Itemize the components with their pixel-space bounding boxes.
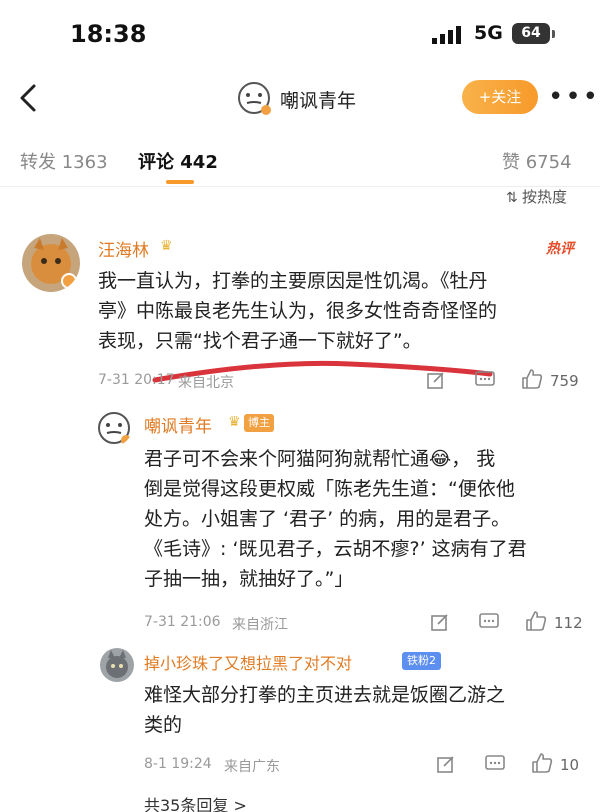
comment-line: 《毛诗》: ‘既见君子，云胡不瘳?’ 这病有了君 xyxy=(144,538,527,560)
comment-text: 我一直认为，打拳的主要原因是性饥渴。《牡丹 亭》中陈最良老先生认为，很多女性奇奇… xyxy=(98,266,578,356)
comment-icon[interactable] xyxy=(474,370,496,390)
commenter-name[interactable]: 汪海林 xyxy=(98,236,149,261)
tab-comment[interactable]: 评论 442 xyxy=(138,148,218,174)
comment-text: 君子可不会来个阿猫阿狗就帮忙通😂， 我 倒是觉得这段更权威「陈老先生道：“便依他… xyxy=(144,444,584,594)
avatar[interactable] xyxy=(96,410,132,446)
view-all-replies-link[interactable]: 共35条回复 > xyxy=(144,792,247,812)
comment-line: 我一直认为，打拳的主要原因是性饥渴。《牡丹 xyxy=(98,270,488,292)
comment-icon[interactable] xyxy=(478,612,500,632)
battery-tip xyxy=(552,30,555,38)
crown-icon: ♛ xyxy=(160,238,173,254)
avatar[interactable] xyxy=(100,648,134,682)
comment-location: 来自浙江 xyxy=(232,617,288,633)
tab-bar: 转发 1363 评论 442 赞 6754 xyxy=(0,140,600,184)
comment-line: 亭》中陈最良老先生认为，很多女性奇奇怪怪的 xyxy=(98,300,498,322)
comment-line: 难怪大部分打拳的主页进去就是饭圈乙游之 xyxy=(144,684,506,706)
comment-line: 类的 xyxy=(144,714,183,736)
status-time: 18:38 xyxy=(70,20,147,48)
battery-icon: 64 xyxy=(512,23,550,44)
back-arrow-icon[interactable] xyxy=(14,80,44,116)
comment-line: 处方。小姐害了 ‘君子’ 的病，用的是君子。 xyxy=(144,508,511,530)
comment-line: 君子可不会来个阿猫阿狗就帮忙通😂， 我 xyxy=(144,448,496,470)
author-tag: 博主 xyxy=(244,414,274,432)
follow-button[interactable]: +关注 xyxy=(462,80,538,114)
like-icon[interactable] xyxy=(520,368,544,390)
comment-icon[interactable] xyxy=(484,754,506,774)
like-icon[interactable] xyxy=(524,610,548,632)
signal-icon xyxy=(432,26,461,44)
avatar[interactable] xyxy=(22,234,80,292)
status-bar: 18:38 5G 64 xyxy=(0,0,600,70)
nav-bar: 嘲讽青年 +关注 ••• xyxy=(0,70,600,126)
tab-like[interactable]: 赞 6754 xyxy=(502,148,572,174)
repost-icon[interactable] xyxy=(430,612,450,632)
sort-icon: ⇅ xyxy=(506,190,518,206)
comment-date: 7-31 21:06 xyxy=(144,614,221,630)
fan-tag: 铁粉2 xyxy=(402,652,441,670)
sort-button[interactable]: ⇅ 按热度 xyxy=(506,186,567,207)
commenter-name[interactable]: 掉小珍珠了又想拉黑了对不对 xyxy=(144,650,352,674)
active-tab-indicator xyxy=(166,180,194,184)
comment-line: 子抽一抽，就抽好了。”」 xyxy=(144,568,354,590)
repost-icon[interactable] xyxy=(426,370,446,390)
nav-avatar[interactable] xyxy=(236,80,272,116)
page-title: 嘲讽青年 xyxy=(280,90,357,112)
hot-badge: 热评 xyxy=(546,241,574,257)
comment-location: 来自广东 xyxy=(224,759,280,775)
sort-label: 按热度 xyxy=(522,188,568,206)
comment-date: 8-1 19:24 xyxy=(144,756,212,772)
like-count: 759 xyxy=(550,372,579,390)
network-label: 5G xyxy=(474,22,503,44)
comment-line: 倒是觉得这段更权威「陈老先生道：“便依他 xyxy=(144,478,515,500)
comment-text: 难怪大部分打拳的主页进去就是饭圈乙游之 类的 xyxy=(144,680,584,740)
crown-icon: ♛ xyxy=(228,414,241,430)
commenter-name[interactable]: 嘲讽青年 xyxy=(144,412,212,437)
repost-icon[interactable] xyxy=(436,754,456,774)
more-icon[interactable]: ••• xyxy=(548,82,600,112)
like-icon[interactable] xyxy=(530,752,554,774)
comment-location: 来自北京 xyxy=(178,375,234,391)
like-count: 10 xyxy=(560,756,580,774)
like-count: 112 xyxy=(554,614,583,632)
comment-date: 7-31 20:17 xyxy=(98,372,175,388)
tab-repost[interactable]: 转发 1363 xyxy=(20,148,108,174)
